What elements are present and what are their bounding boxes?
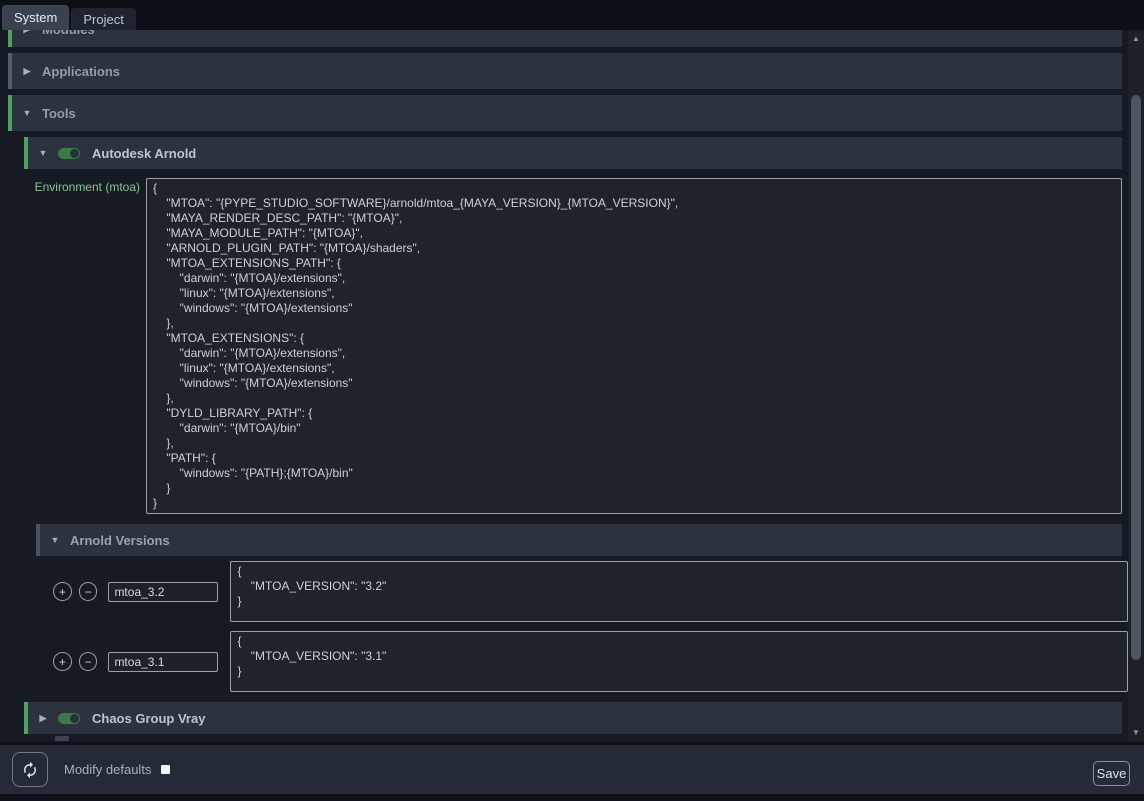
modify-defaults-checkbox[interactable] bbox=[161, 765, 170, 774]
subsection-title: Chaos Group Vray bbox=[92, 711, 205, 726]
section-title: Applications bbox=[42, 64, 120, 79]
arnold-version-row: + − { "MTOA_VERSION": "3.2" } bbox=[53, 561, 1128, 622]
tab-system[interactable]: System bbox=[2, 5, 69, 30]
version-key-input[interactable] bbox=[108, 582, 218, 602]
remove-item-button[interactable]: − bbox=[79, 652, 98, 671]
arnold-enabled-toggle[interactable] bbox=[58, 148, 80, 159]
tab-bar: System Project bbox=[0, 0, 1144, 30]
scroll-up-icon[interactable]: ▲ bbox=[1128, 32, 1144, 46]
add-item-button[interactable]: + bbox=[53, 652, 72, 671]
chevron-down-icon: ▼ bbox=[36, 148, 50, 158]
save-button[interactable]: Save bbox=[1093, 761, 1130, 786]
chevron-right-icon: ▶ bbox=[20, 66, 34, 77]
window-bottom-edge bbox=[0, 794, 1144, 801]
subsection-title: Autodesk Arnold bbox=[92, 146, 196, 161]
section-header-modules[interactable]: ▶ Modules bbox=[8, 30, 1122, 47]
chevron-down-icon: ▼ bbox=[20, 108, 34, 118]
version-value-editor[interactable]: { "MTOA_VERSION": "3.2" } bbox=[230, 561, 1128, 622]
section-title: Modules bbox=[42, 30, 95, 37]
subsection-header-autodesk-arnold[interactable]: ▼ Autodesk Arnold bbox=[24, 137, 1122, 169]
section-header-applications[interactable]: ▶ Applications bbox=[8, 53, 1122, 89]
refresh-button[interactable] bbox=[12, 752, 48, 787]
add-item-button[interactable]: + bbox=[53, 582, 72, 601]
chevron-right-icon: ▶ bbox=[20, 30, 34, 35]
environment-mtoa-editor[interactable]: { "MTOA": "{PYPE_STUDIO_SOFTWARE}/arnold… bbox=[146, 178, 1122, 514]
remove-item-button[interactable]: − bbox=[79, 582, 98, 601]
environment-mtoa-row: Environment (mtoa) { "MTOA": "{PYPE_STUD… bbox=[0, 178, 1128, 514]
vertical-scrollbar-thumb[interactable] bbox=[1131, 95, 1141, 660]
chevron-right-icon: ▶ bbox=[36, 713, 50, 724]
subsection-header-arnold-versions[interactable]: ▼ Arnold Versions bbox=[36, 524, 1122, 556]
section-header-tools[interactable]: ▼ Tools bbox=[8, 95, 1122, 131]
chevron-down-icon: ▼ bbox=[48, 535, 62, 545]
section-title: Tools bbox=[42, 106, 76, 121]
subsection-header-chaos-group-vray[interactable]: ▶ Chaos Group Vray bbox=[24, 702, 1122, 734]
tab-project[interactable]: Project bbox=[71, 8, 135, 30]
settings-window: System Project ▶ Modules ▶ Applications … bbox=[0, 0, 1144, 801]
version-value-editor[interactable]: { "MTOA_VERSION": "3.1" } bbox=[230, 631, 1128, 692]
environment-mtoa-label: Environment (mtoa) bbox=[0, 178, 146, 194]
vertical-scrollbar[interactable]: ▲ ▼ bbox=[1128, 30, 1144, 742]
toggle-knob-icon bbox=[70, 714, 79, 723]
subsection-title: Arnold Versions bbox=[70, 533, 170, 548]
horizontal-scrollbar-thumb[interactable] bbox=[55, 736, 69, 741]
arnold-version-row: + − { "MTOA_VERSION": "3.1" } bbox=[53, 631, 1128, 692]
vray-enabled-toggle[interactable] bbox=[58, 713, 80, 724]
refresh-icon bbox=[21, 761, 39, 779]
modify-defaults-label: Modify defaults bbox=[64, 762, 151, 777]
footer-bar: Modify defaults Save bbox=[0, 744, 1144, 794]
version-key-input[interactable] bbox=[108, 652, 218, 672]
toggle-knob-icon bbox=[70, 149, 79, 158]
settings-scroll-area[interactable]: ▶ Modules ▶ Applications ▼ Tools ▼ bbox=[0, 30, 1128, 742]
scroll-down-icon[interactable]: ▼ bbox=[1128, 726, 1144, 740]
